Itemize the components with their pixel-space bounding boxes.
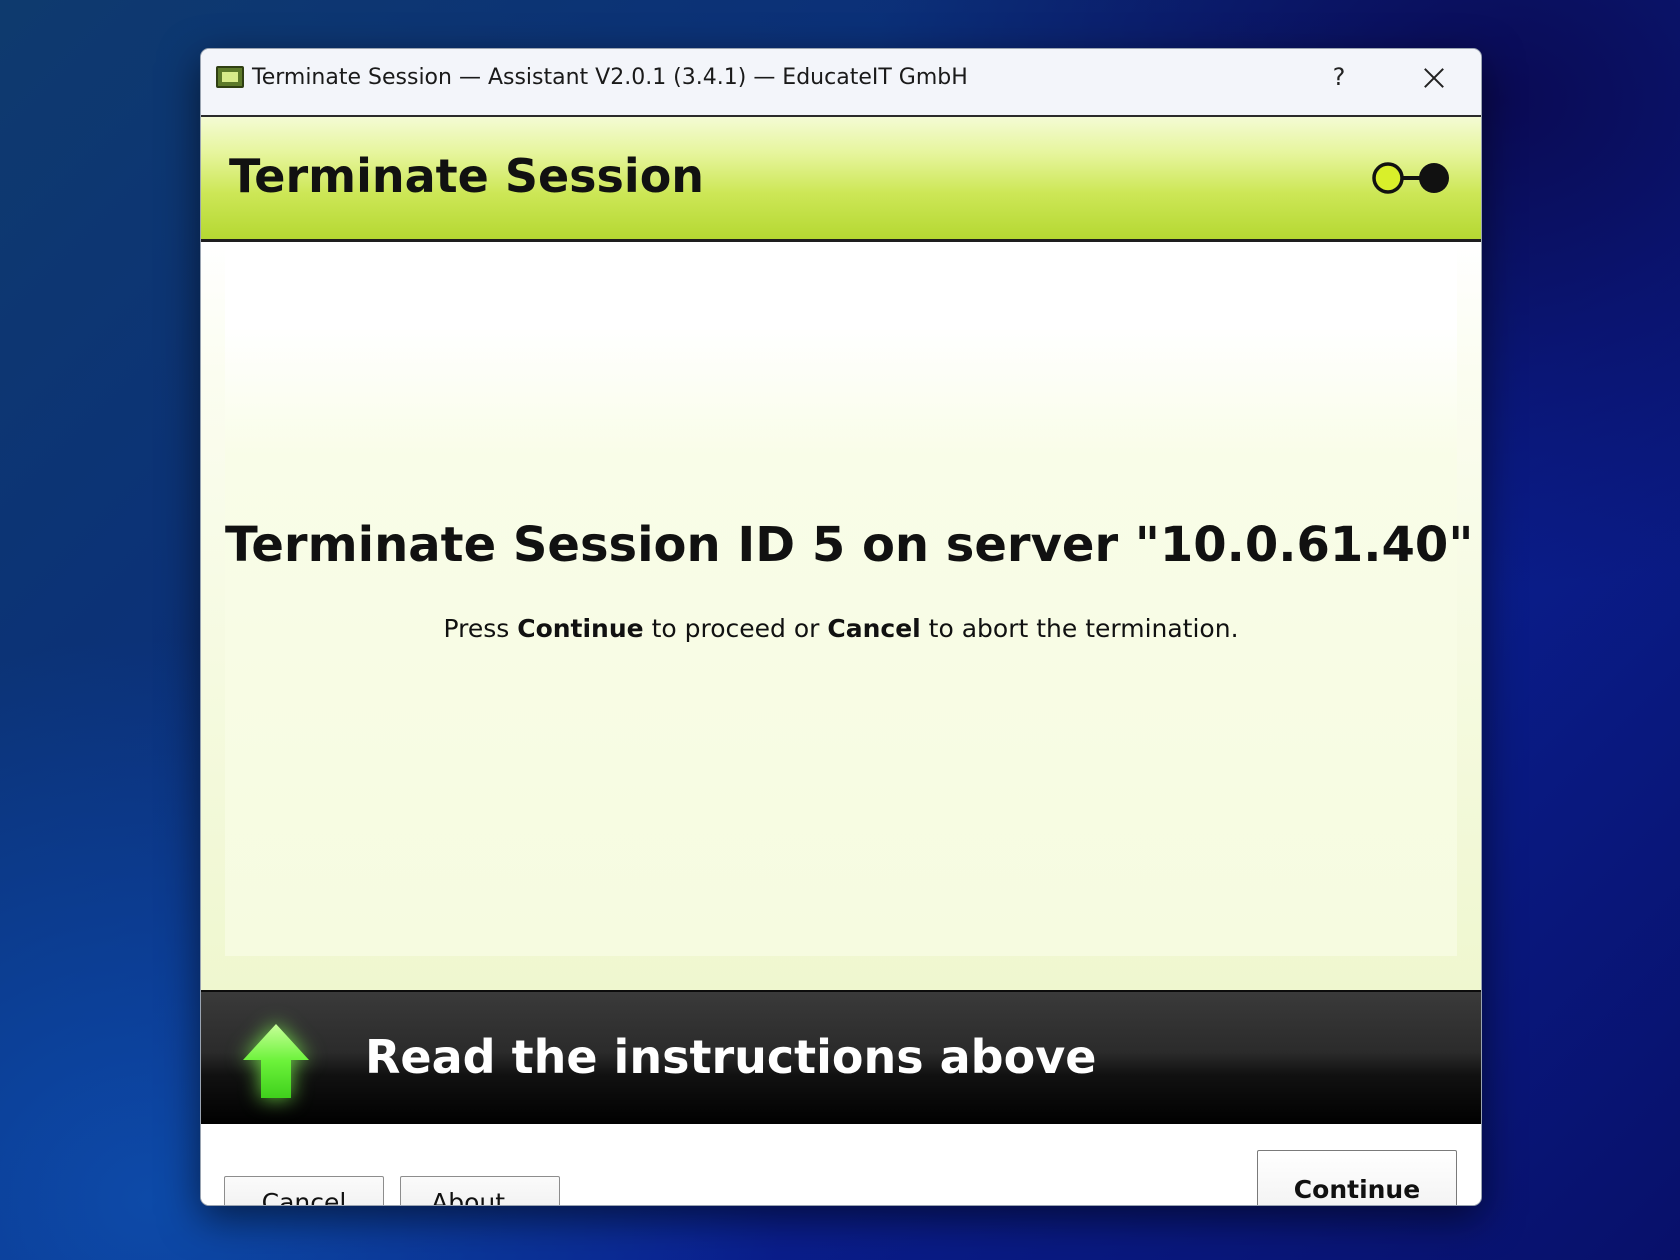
help-button[interactable]: ? — [1319, 57, 1359, 97]
instruction-continue: Continue — [517, 614, 644, 643]
title-bar: Terminate Session — Assistant V2.0.1 (3.… — [201, 49, 1481, 117]
instruction-cancel: Cancel — [827, 614, 921, 643]
cancel-button[interactable]: Cancel — [224, 1176, 384, 1205]
up-arrow-icon — [243, 1024, 309, 1098]
instruction-prefix: Press — [443, 614, 518, 643]
continue-button[interactable]: Continue — [1257, 1150, 1457, 1205]
step-indicator-icon — [1372, 162, 1449, 194]
instruction-text: Press Continue to proceed or Cancel to a… — [225, 614, 1457, 643]
instruction-suffix: to abort the termination. — [920, 614, 1239, 643]
page-header: Terminate Session — [201, 117, 1481, 242]
about-button[interactable]: About... — [400, 1176, 560, 1205]
main-heading: Terminate Session ID 5 on server "10.0.6… — [225, 517, 1474, 573]
instruction-middle: to proceed or — [643, 614, 828, 643]
banner-text: Read the instructions above — [365, 1030, 1097, 1084]
assistant-window: Terminate Session — Assistant V2.0.1 (3.… — [200, 48, 1482, 1206]
page-title: Terminate Session — [229, 149, 705, 203]
close-icon[interactable] — [1413, 58, 1453, 98]
content-area: Terminate Session ID 5 on server "10.0.6… — [201, 242, 1481, 990]
content-panel: Terminate Session ID 5 on server "10.0.6… — [225, 242, 1474, 956]
app-icon — [216, 66, 244, 88]
window-title: Terminate Session — Assistant V2.0.1 (3.… — [252, 65, 968, 90]
button-bar: Cancel About... Continue — [201, 1124, 1481, 1205]
instruction-banner: Read the instructions above — [201, 990, 1481, 1126]
